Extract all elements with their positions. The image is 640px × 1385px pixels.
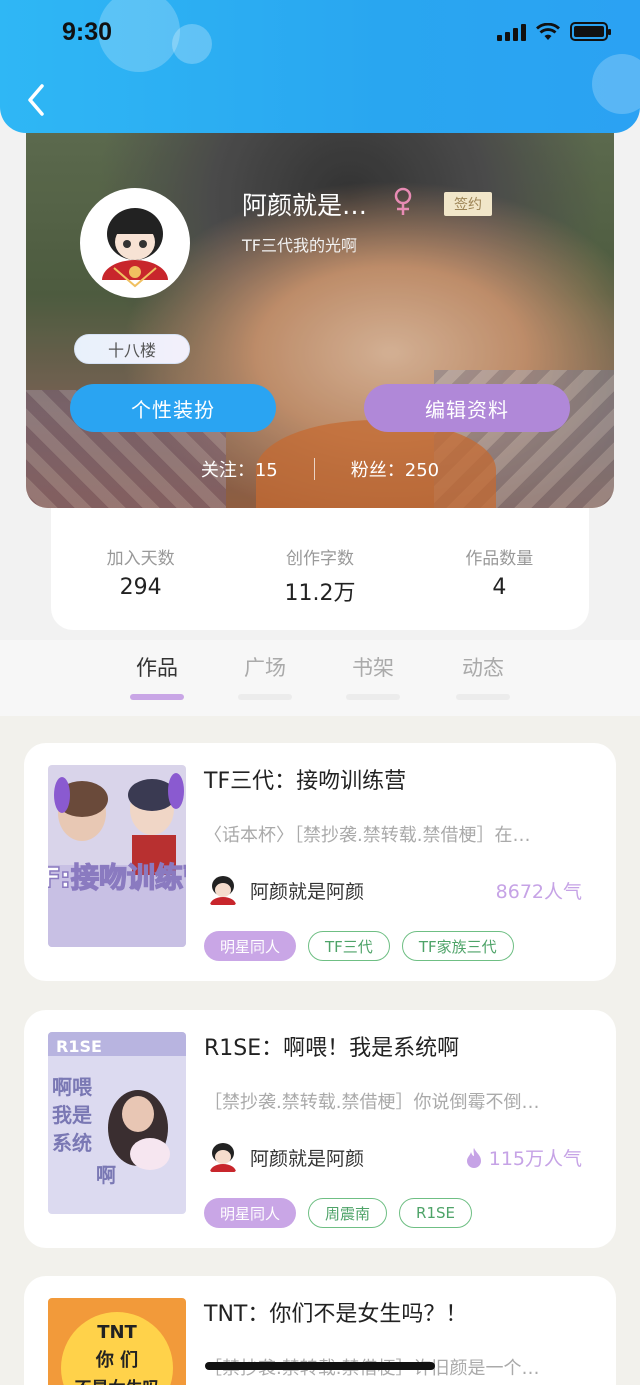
tab-underline [456, 694, 510, 700]
tab-bookshelf[interactable]: 书架 [346, 652, 400, 700]
tab-square[interactable]: 广场 [238, 652, 292, 700]
header-bar: 9:30 [0, 0, 640, 133]
book-title[interactable]: R1SE：啊喂！我是系统啊 [204, 1030, 459, 1062]
svg-text:啊: 啊 [96, 1163, 116, 1187]
divider [313, 458, 315, 480]
book-card[interactable]: TF:接吻训练营 TF三代：接吻训练营 〈话本杯〉［禁抄袭.禁转载.禁借梗］在…… [24, 743, 616, 981]
tab-label: 动态 [462, 656, 504, 680]
wifi-icon [536, 22, 560, 40]
signed-badge: 签约 [444, 192, 492, 216]
stat-value: 4 [492, 575, 507, 600]
tab-label: 广场 [244, 656, 286, 680]
tab-label: 作品 [136, 656, 178, 680]
stat-label: 作品数量 [465, 549, 534, 569]
female-icon [394, 187, 412, 215]
tab-underline [238, 694, 292, 700]
svg-text:系统: 系统 [52, 1131, 92, 1155]
tab-works[interactable]: 作品 [130, 652, 184, 700]
stat-join-days: 加入天数 294 [51, 508, 230, 630]
book-cover: TNT 你 们 不是女生吗 [48, 1298, 186, 1385]
popularity-text: 115万人气 [488, 1148, 582, 1170]
tab-bar: 作品 广场 书架 动态 [0, 640, 640, 716]
author-avatar[interactable] [204, 1138, 242, 1176]
tab-activity[interactable]: 动态 [456, 652, 510, 700]
tab-underline [130, 694, 184, 700]
popularity: 8672人气 [496, 877, 582, 904]
signal-icon [497, 23, 526, 41]
stat-value: 11.2万 [284, 581, 356, 606]
cover-title: TF:接吻训练营 [48, 861, 186, 894]
svg-text:TNT: TNT [97, 1322, 137, 1343]
author-name[interactable]: 阿颜就是阿颜 [250, 1144, 364, 1171]
stat-label: 创作字数 [285, 549, 354, 569]
svg-text:R1SE: R1SE [56, 1037, 102, 1056]
tag[interactable]: 明星同人 [204, 931, 297, 961]
author-avatar[interactable] [204, 871, 242, 909]
flame-icon [466, 1147, 481, 1168]
tab-label: 书架 [352, 656, 394, 680]
book-card[interactable]: R1SE 啊喂 我是 系统 啊 R1SE：啊喂！我是系统啊 ［禁抄袭.禁转载.禁… [24, 1010, 616, 1248]
svg-text:你 们: 你 们 [95, 1349, 138, 1371]
followers-count[interactable]: 粉丝：250 [351, 456, 439, 482]
author-name[interactable]: 阿颜就是阿颜 [250, 877, 364, 904]
follow-stats: 关注：15 粉丝：250 [26, 456, 614, 482]
popularity: 115万人气 [465, 1144, 582, 1171]
status-icons [497, 22, 611, 41]
svg-text:不是女生吗: 不是女生吗 [75, 1378, 160, 1385]
following-count[interactable]: 关注：15 [201, 456, 278, 482]
tag[interactable]: 明星同人 [204, 1198, 297, 1228]
edit-profile-button[interactable]: 编辑资料 [364, 384, 570, 432]
book-description: 〈话本杯〉［禁抄袭.禁转载.禁借梗］在… [204, 825, 531, 846]
tag[interactable]: TF三代 [308, 931, 390, 961]
stat-value: 294 [119, 575, 162, 600]
stat-label: 加入天数 [106, 549, 175, 569]
creator-stats: 加入天数 294 创作字数 11.2万 作品数量 4 [51, 508, 589, 630]
home-indicator[interactable] [205, 1362, 435, 1370]
svg-text:我是: 我是 [52, 1103, 92, 1127]
tag-list: 明星同人 周震南 R1SE [204, 1198, 472, 1228]
book-title[interactable]: TF三代：接吻训练营 [204, 763, 406, 795]
avatar-illustration [84, 192, 186, 294]
back-arrow-icon[interactable] [22, 80, 50, 120]
decor-bubble [592, 54, 640, 114]
book-title[interactable]: TNT：你们不是女生吗？！ [204, 1296, 467, 1328]
decor-bubble [172, 24, 212, 64]
tag[interactable]: TF家族三代 [401, 931, 514, 961]
svg-text:啊喂: 啊喂 [52, 1075, 93, 1099]
book-cover: R1SE 啊喂 我是 系统 啊 [48, 1032, 186, 1214]
profile-card: 阿颜就是… 签约 TF三代我的光啊 十八楼 个性装扮 编辑资料 关注：15 粉丝… [26, 120, 614, 508]
stat-works-count: 作品数量 4 [410, 508, 589, 630]
profile-signature: TF三代我的光啊 [242, 236, 357, 255]
stat-word-count: 创作字数 11.2万 [230, 508, 409, 630]
tag-list: 明星同人 TF三代 TF家族三代 [204, 931, 514, 961]
tag[interactable]: R1SE [399, 1198, 472, 1228]
dress-up-button[interactable]: 个性装扮 [70, 384, 276, 432]
tab-underline [346, 694, 400, 700]
avatar[interactable] [80, 188, 190, 298]
book-description: ［禁抄袭.禁转载.禁借梗］你说倒霉不倒… [204, 1092, 540, 1113]
tag[interactable]: 周震南 [308, 1198, 388, 1228]
battery-icon [570, 22, 611, 41]
status-time: 9:30 [62, 18, 113, 46]
popularity-text: 8672人气 [495, 881, 582, 903]
profile-name: 阿颜就是… [242, 191, 368, 220]
book-cover: TF:接吻训练营 [48, 765, 186, 947]
floor-badge[interactable]: 十八楼 [74, 334, 190, 364]
